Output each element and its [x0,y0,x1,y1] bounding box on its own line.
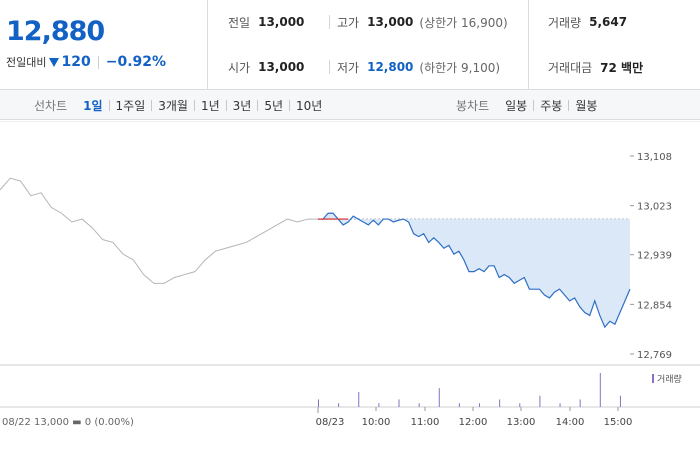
candle-period-option-0[interactable]: 일봉 [499,97,533,114]
volume-bar [358,391,360,407]
volume-bar [378,403,380,407]
line-period-option-6[interactable]: 10년 [290,97,328,114]
candle-period-option-2[interactable]: 월봉 [569,97,603,114]
x-tick-label: 12:00 [459,417,488,428]
current-price: 12,880 [6,16,105,47]
volume-label: 거래량 [548,15,582,30]
volume-bar [579,399,581,407]
y-tick-label: 12,854 [637,300,672,311]
y-tick-label: 13,108 [637,152,672,163]
line-period-option-4[interactable]: 3년 [227,97,258,114]
quote-panel: 12,880 전일대비 120 −0.92% 전일 13,000 고가 13,0… [0,0,700,90]
x-tick-label: 13:00 [507,417,536,428]
candle-period-option-1[interactable]: 주봉 [534,97,568,114]
y-tick-label: 12,769 [637,350,672,361]
line-period-option-2[interactable]: 3개월 [152,97,194,114]
volume-bar [499,399,501,407]
x-tick-label: 10:00 [362,417,391,428]
low-label: 저가 [337,60,360,75]
line-period-option-3[interactable]: 1년 [195,97,226,114]
prev-close-value: 13,000 [258,15,305,29]
volume-cell: 거래량 5,647 [548,12,627,32]
price-box: 12,880 전일대비 120 −0.92% [0,0,208,90]
low-cell: 저가 12,800 (하한가 9,100) [337,57,500,77]
volume-bar [418,403,420,407]
line-period-option-5[interactable]: 5년 [258,97,289,114]
open-value: 13,000 [258,60,305,74]
low-value: 12,800 [367,60,414,74]
volume-bar [458,403,460,407]
open-label: 시가 [228,60,251,75]
x-tick-label: 15:00 [604,417,633,428]
amount-label: 거래대금 [548,60,593,75]
prev-day-label: 08/22 13,000 ▬ 0 (0.00%) [2,417,134,428]
volume-bar [519,403,521,407]
line-chart-label: 선차트 [34,98,68,113]
high-cell: 고가 13,000 (상한가 16,900) [337,12,508,32]
volume-bar [318,399,319,407]
intraday-chart: 13,108 13,023 12,939 12,854 12,769 08/23 10:00… [0,121,700,450]
chart-canvas: 13,108 13,023 12,939 12,854 12,769 08/23 10:00… [0,121,700,428]
candle-chart-period-group: 봉차트 일봉 주봉 월봉 [456,90,603,120]
down-triangle-icon [49,57,60,67]
chart-toolbar: 선차트 1일 1주일 3개월 1년 3년 5년 10년 봉차트 일봉 주봉 월봉 [0,90,700,120]
amount-cell: 거래대금 72 백만 [548,57,643,77]
volume-value: 5,647 [589,15,628,29]
volume-legend-label: 거래량 [657,373,682,385]
divider [528,0,529,90]
volume-bar [559,403,561,407]
x-tick-label: 11:00 [411,417,440,428]
change-value: 120 [61,54,91,70]
change-label: 전일대비 [6,56,47,69]
divider [329,15,330,29]
change-rate: −0.92% [105,54,167,70]
volume-legend-swatch [652,374,654,383]
prev-close-cell: 전일 13,000 [228,12,304,32]
divider [329,60,330,74]
line-chart-period-group: 선차트 1일 1주일 3개월 1년 3년 5년 10년 [34,90,328,120]
x-tick-label: 14:00 [556,417,585,428]
open-cell: 시가 13,000 [228,57,304,77]
divider [97,55,99,69]
volume-bar [398,399,400,407]
amount-value: 72 백만 [600,60,644,75]
y-tick-label: 13,023 [637,202,672,213]
prev-close-label: 전일 [228,15,251,30]
volume-bar [539,395,541,407]
lower-limit: (하한가 9,100) [419,60,501,75]
high-value: 13,000 [367,15,414,29]
volume-bar [599,373,601,407]
candle-chart-label: 봉차트 [456,98,490,113]
line-period-option-1[interactable]: 1주일 [110,97,152,114]
volume-bar [438,388,440,407]
line-period-option-0[interactable]: 1일 [77,97,108,114]
volume-bar [338,403,340,407]
change-row: 전일대비 120 −0.92% [6,54,166,70]
high-label: 고가 [337,15,360,30]
volume-bar [619,395,621,407]
y-tick-label: 12,939 [637,251,672,262]
upper-limit: (상한가 16,900) [419,15,508,30]
prev-day-line [0,177,318,284]
x-tick-label: 08/23 [316,417,345,428]
volume-bar [479,403,481,407]
